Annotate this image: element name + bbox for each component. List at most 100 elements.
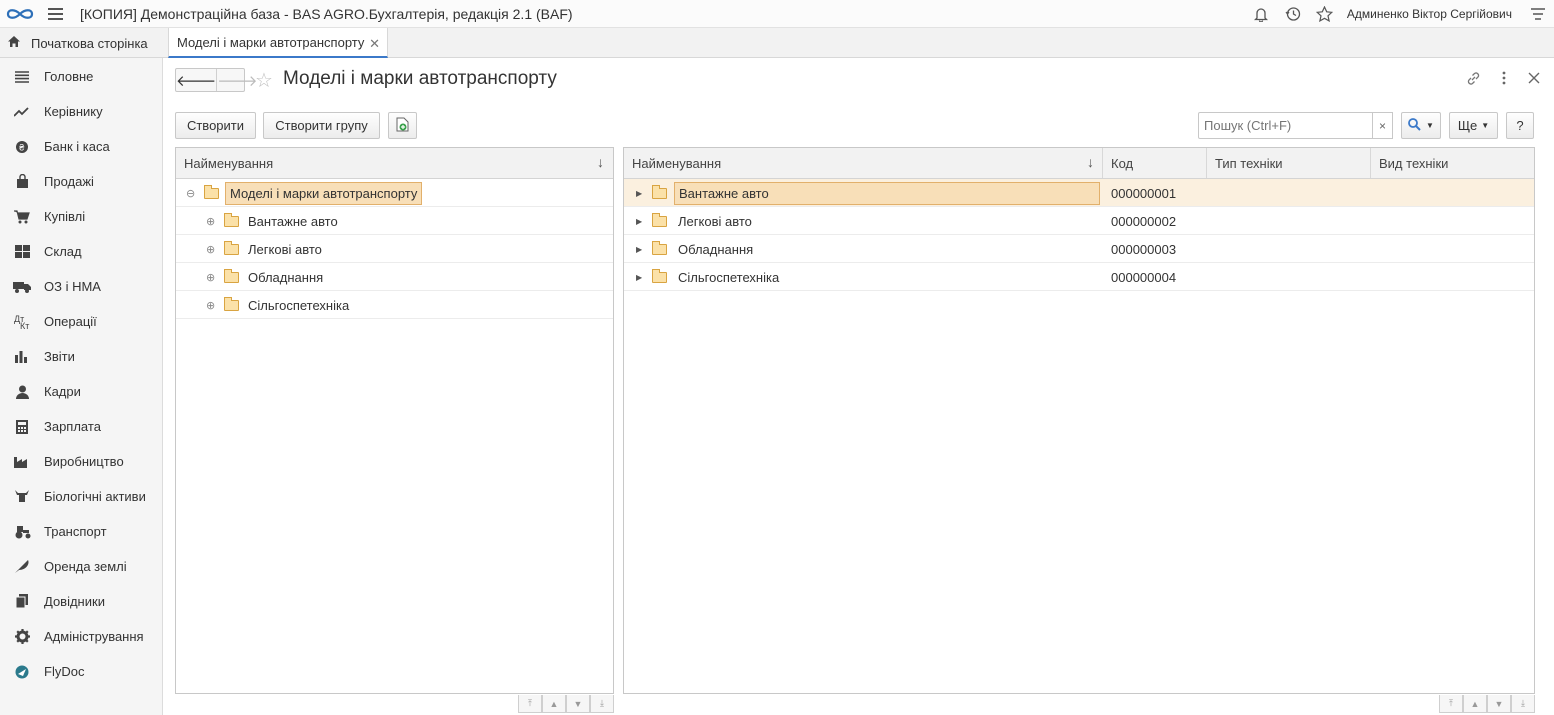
sort-down-icon[interactable]: ↓	[1087, 154, 1094, 170]
first-page-icon[interactable]: ⤒	[518, 695, 542, 713]
sidebar-item-label: Довідники	[44, 594, 105, 609]
close-tab-icon[interactable]: ✕	[369, 36, 380, 52]
chevron-down-icon: ▼	[1426, 121, 1434, 130]
last-page-icon[interactable]: ⤓	[1511, 695, 1535, 713]
sidebar-item-sales[interactable]: Продажі	[0, 164, 162, 199]
sidebar-item-production[interactable]: Виробництво	[0, 444, 162, 479]
sidebar-item-label: Транспорт	[44, 524, 107, 539]
tree-row[interactable]: ⊕ Обладнання	[176, 263, 613, 291]
list-row[interactable]: ▶ Сільгоспетехніка 000000004	[624, 263, 1534, 291]
expand-arrow-icon[interactable]: ▶	[636, 235, 642, 263]
favorites-star-icon[interactable]	[1309, 0, 1341, 28]
tree-row[interactable]: ⊕ Вантажне авто	[176, 207, 613, 235]
list-col-name[interactable]: Найменування	[624, 148, 1103, 178]
tree-col-name[interactable]: Найменування	[176, 148, 613, 178]
expand-icon[interactable]: ⊕	[206, 291, 215, 319]
expand-arrow-icon[interactable]: ▶	[636, 207, 642, 235]
search-clear-button[interactable]: ×	[1372, 112, 1393, 139]
sidebar-item-bio-assets[interactable]: Біологічні активи	[0, 479, 162, 514]
tree-row-label: Вантажне авто	[248, 213, 338, 229]
page-up-icon[interactable]: ▲	[1463, 695, 1487, 713]
bell-icon[interactable]	[1245, 0, 1277, 28]
tree-row[interactable]: ⊕ Легкові авто	[176, 235, 613, 263]
items-list: Найменування ↓ Код Тип техніки Вид техні…	[623, 147, 1535, 713]
history-nav: 🡐 🡒	[175, 68, 257, 92]
history-icon[interactable]	[1277, 0, 1309, 28]
list-row[interactable]: ▶ Вантажне авто 000000001	[624, 179, 1534, 207]
main-menu-icon[interactable]	[40, 0, 70, 28]
create-button[interactable]: Створити	[175, 112, 256, 139]
search-input[interactable]	[1198, 112, 1373, 139]
link-icon[interactable]	[1466, 71, 1481, 89]
search-options-button[interactable]: ▼	[1401, 112, 1441, 139]
list-row-code: 000000001	[1111, 185, 1177, 201]
more-button[interactable]: Ще ▼	[1449, 112, 1498, 139]
create-group-button[interactable]: Створити групу	[263, 112, 380, 139]
tree-row[interactable]: ⊕ Сільгоспетехніка	[176, 291, 613, 319]
last-page-icon[interactable]: ⤓	[590, 695, 614, 713]
sidebar-item-fixed-assets[interactable]: ОЗ і НМА	[0, 269, 162, 304]
sidebar-item-label: Біологічні активи	[44, 489, 146, 504]
page-down-icon[interactable]: ▼	[566, 695, 590, 713]
sidebar-item-administration[interactable]: Адміністрування	[0, 619, 162, 654]
favorite-star-icon[interactable]: ☆	[255, 68, 273, 93]
list-row[interactable]: ▶ Легкові авто 000000002	[624, 207, 1534, 235]
tab-home[interactable]: Початкова сторінка	[0, 28, 163, 58]
list-row[interactable]: ▶ Обладнання 000000003	[624, 235, 1534, 263]
tab-models-and-brands[interactable]: Моделі і марки автотранспорту ✕	[168, 28, 388, 58]
sidebar-item-label: Кадри	[44, 384, 81, 399]
coin-icon: ₴	[0, 140, 44, 154]
sidebar-item-bank[interactable]: ₴ Банк і каса	[0, 129, 162, 164]
sidebar-item-label: Продажі	[44, 174, 94, 189]
tree-header: Найменування ↓	[176, 148, 613, 179]
books-icon	[0, 594, 44, 609]
list-col-kind[interactable]: Вид техніки	[1371, 148, 1535, 178]
expand-arrow-icon[interactable]: ▶	[636, 263, 642, 291]
sidebar-item-label: Купівлі	[44, 209, 86, 224]
sidebar-item-warehouse[interactable]: Склад	[0, 234, 162, 269]
list-col-code[interactable]: Код	[1103, 148, 1207, 178]
settings-menu-icon[interactable]	[1522, 0, 1554, 28]
sidebar-item-label: Керівнику	[44, 104, 103, 119]
sidebar-item-land-lease[interactable]: Оренда землі	[0, 549, 162, 584]
folder-icon	[224, 207, 239, 235]
tree-root-label: Моделі і марки автотранспорту	[225, 181, 423, 205]
forward-arrow-icon[interactable]: 🡒	[217, 69, 257, 91]
list-row-code: 000000004	[1111, 269, 1177, 285]
page-up-icon[interactable]: ▲	[542, 695, 566, 713]
tractor-icon	[0, 525, 44, 539]
sidebar-item-personnel[interactable]: Кадри	[0, 374, 162, 409]
user-name[interactable]: Админенко Віктор Сергійович	[1347, 7, 1512, 21]
collapse-icon[interactable]: ⊖	[186, 179, 195, 207]
feather-icon	[0, 559, 44, 574]
close-form-icon[interactable]	[1528, 71, 1540, 87]
add-from-template-button[interactable]	[388, 112, 417, 139]
list-col-type[interactable]: Тип техніки	[1207, 148, 1371, 178]
sidebar-item-flydoc[interactable]: FlyDoc	[0, 654, 162, 689]
sidebar-item-references[interactable]: Довідники	[0, 584, 162, 619]
sidebar-item-purchases[interactable]: Купівлі	[0, 199, 162, 234]
expand-icon[interactable]: ⊕	[206, 263, 215, 291]
expand-icon[interactable]: ⊕	[206, 207, 215, 235]
sort-down-icon[interactable]: ↓	[597, 154, 604, 170]
sidebar-item-reports[interactable]: Звіти	[0, 339, 162, 374]
first-page-icon[interactable]: ⤒	[1439, 695, 1463, 713]
sidebar-item-label: Звіти	[44, 349, 75, 364]
list-icon	[0, 70, 44, 83]
expand-arrow-icon[interactable]: ▶	[636, 179, 642, 207]
help-button[interactable]: ?	[1506, 112, 1534, 139]
app-logo-icon[interactable]	[0, 0, 40, 28]
document-add-icon	[396, 117, 409, 135]
folder-icon	[224, 263, 239, 291]
folder-icon	[652, 263, 667, 291]
sidebar-item-main[interactable]: Головне	[0, 59, 162, 94]
sidebar-item-manager[interactable]: Керівнику	[0, 94, 162, 129]
sidebar-item-salary[interactable]: Зарплата	[0, 409, 162, 444]
back-arrow-icon[interactable]: 🡐	[176, 69, 218, 91]
sidebar-item-transport[interactable]: Транспорт	[0, 514, 162, 549]
sidebar-item-operations[interactable]: Дт Кт Операції	[0, 304, 162, 339]
page-down-icon[interactable]: ▼	[1487, 695, 1511, 713]
expand-icon[interactable]: ⊕	[206, 235, 215, 263]
more-actions-icon[interactable]	[1502, 71, 1506, 88]
tree-row-root[interactable]: ⊖ Моделі і марки автотранспорту	[176, 179, 613, 207]
